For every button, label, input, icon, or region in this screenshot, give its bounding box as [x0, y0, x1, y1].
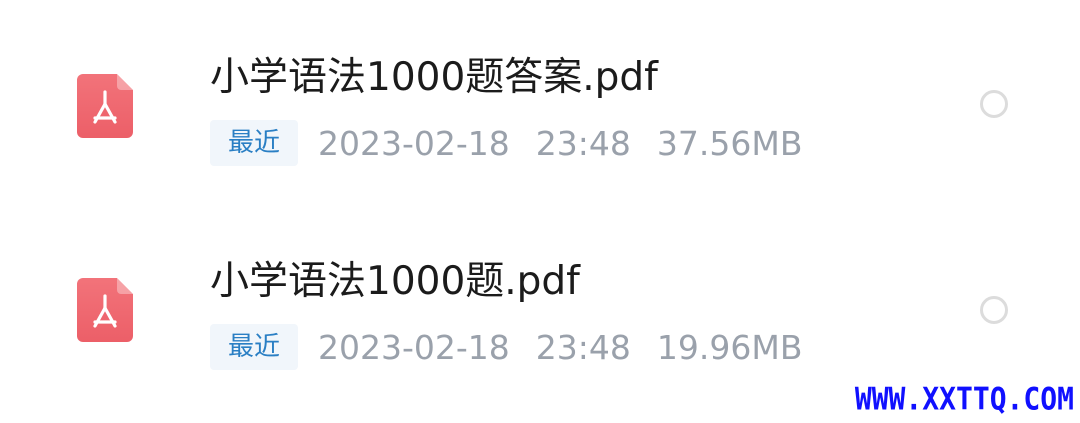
- file-meta: 最近 2023-02-18 23:48 19.96MB: [210, 324, 829, 370]
- recent-badge: 最近: [210, 120, 299, 166]
- file-meta: 最近 2023-02-18 23:48 37.56MB: [210, 120, 829, 166]
- file-name: 小学语法1000题答案.pdf: [210, 55, 658, 100]
- file-row[interactable]: 小学语法1000题答案.pdf 最近 2023-02-18 23:48 37.5…: [0, 10, 1080, 200]
- file-size: 37.56MB: [656, 123, 803, 163]
- file-row[interactable]: 小学语法1000题.pdf 最近 2023-02-18 23:48 19.96M…: [0, 214, 1080, 404]
- recent-badge: 最近: [210, 324, 299, 370]
- pdf-icon: [77, 74, 133, 138]
- select-radio[interactable]: [980, 90, 1008, 118]
- file-date: 2023-02-18: [318, 123, 510, 163]
- pdf-icon: [77, 278, 133, 342]
- select-radio[interactable]: [980, 296, 1008, 324]
- file-date: 2023-02-18: [318, 327, 510, 367]
- file-size: 19.96MB: [656, 327, 803, 367]
- file-name: 小学语法1000题.pdf: [210, 259, 580, 304]
- file-list: 小学语法1000题答案.pdf 最近 2023-02-18 23:48 37.5…: [0, 0, 1080, 423]
- file-time: 23:48: [535, 327, 631, 367]
- watermark: WWW.XXTTQ.COM: [854, 380, 1074, 417]
- file-time: 23:48: [535, 123, 631, 163]
